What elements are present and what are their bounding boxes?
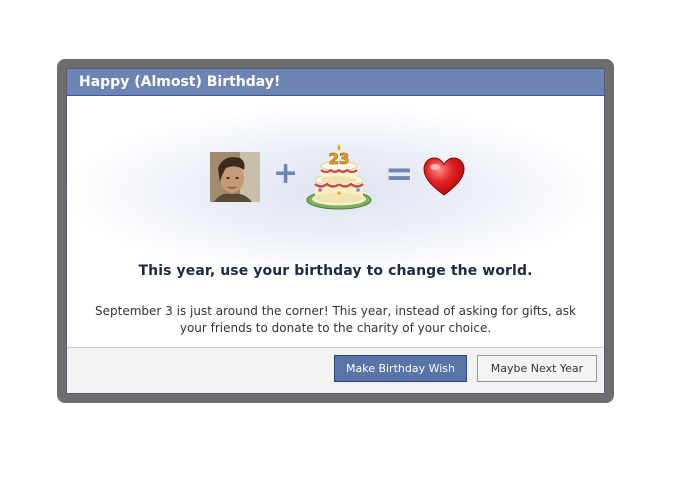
hero-area: + 23 = (67, 96, 604, 286)
profile-photo (210, 152, 260, 202)
cake-number: 23 (329, 150, 350, 168)
birthday-equation: + 23 = (210, 144, 470, 210)
dialog-footer: Make Birthday Wish Maybe Next Year (67, 347, 604, 393)
plus-symbol: + (273, 156, 299, 191)
birthday-cake-icon: 23 (306, 144, 372, 214)
equals-symbol: = (385, 154, 414, 194)
make-birthday-wish-button[interactable]: Make Birthday Wish (334, 355, 467, 382)
dialog-title: Happy (Almost) Birthday! (67, 69, 604, 96)
tagline: This year, use your birthday to change t… (138, 263, 533, 279)
birthday-message: September 3 is just around the corner! T… (95, 304, 576, 335)
dialog-frame: Happy (Almost) Birthday! + 23 = This yea… (57, 59, 614, 403)
heart-icon (422, 156, 466, 202)
maybe-next-year-button[interactable]: Maybe Next Year (477, 355, 597, 382)
birthday-dialog: Happy (Almost) Birthday! + 23 = This yea… (66, 68, 605, 394)
